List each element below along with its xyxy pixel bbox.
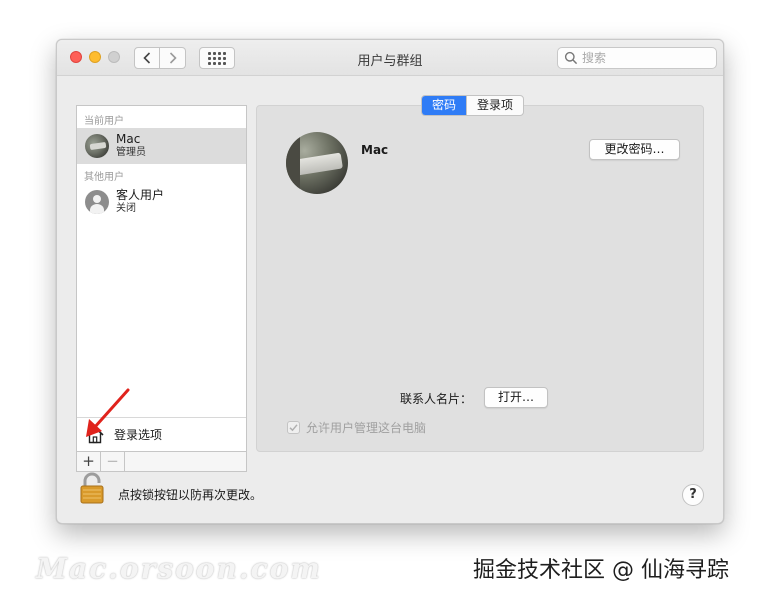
tab-password[interactable]: 密码 bbox=[422, 96, 467, 115]
tab-bar: 密码 登录项 bbox=[421, 95, 525, 116]
account-name: Mac bbox=[361, 143, 389, 157]
watermark-right: 掘金技术社区 @ 仙海寻踪 bbox=[473, 558, 729, 583]
search-icon bbox=[564, 51, 578, 65]
other-users-header: 其他用户 bbox=[84, 172, 124, 183]
allow-admin-row: 允许用户管理这台电脑 bbox=[287, 419, 426, 436]
search-field[interactable] bbox=[557, 47, 717, 69]
tab-login-items[interactable]: 登录项 bbox=[466, 96, 523, 115]
help-button[interactable]: ? bbox=[682, 484, 704, 506]
user-item-mac[interactable]: Mac 管理员 bbox=[77, 128, 246, 164]
user-name: 客人用户 bbox=[116, 188, 165, 202]
open-contact-button[interactable]: 打开… bbox=[484, 387, 548, 408]
change-password-button[interactable]: 更改密码… bbox=[589, 139, 680, 160]
lock-status-text: 点按锁按钮以防再次更改。 bbox=[118, 488, 263, 502]
user-role: 管理员 bbox=[116, 147, 146, 158]
annotation-arrow-icon bbox=[86, 388, 130, 437]
search-input[interactable] bbox=[582, 51, 712, 65]
current-users-header: 当前用户 bbox=[84, 116, 124, 127]
user-detail-pane: Mac 更改密码… 联系人名片： 打开… 允许用户管理这台电脑 bbox=[256, 105, 704, 452]
avatar bbox=[85, 134, 109, 158]
user-item-guest[interactable]: 客人用户 关闭 bbox=[77, 184, 246, 220]
contact-card-label: 联系人名片： bbox=[400, 392, 473, 406]
preferences-window: 用户与群组 当前用户 Mac 管理员 其他用户 客人用户 关闭 bbox=[56, 39, 724, 524]
add-user-button[interactable]: + bbox=[77, 452, 101, 471]
add-remove-bar: + − bbox=[76, 452, 247, 472]
user-picture[interactable] bbox=[286, 132, 348, 194]
remove-user-button[interactable]: − bbox=[101, 452, 125, 471]
allow-admin-checkbox[interactable] bbox=[287, 421, 300, 434]
allow-admin-label: 允许用户管理这台电脑 bbox=[306, 421, 427, 435]
guest-avatar-icon bbox=[85, 190, 109, 214]
user-role: 关闭 bbox=[116, 203, 136, 214]
title-bar: 用户与群组 bbox=[57, 40, 723, 76]
checkmark-icon bbox=[289, 424, 298, 432]
lock-icon[interactable] bbox=[79, 472, 105, 504]
watermark-left: Mac.orsoon.com bbox=[36, 552, 322, 585]
user-name: Mac bbox=[116, 132, 141, 146]
